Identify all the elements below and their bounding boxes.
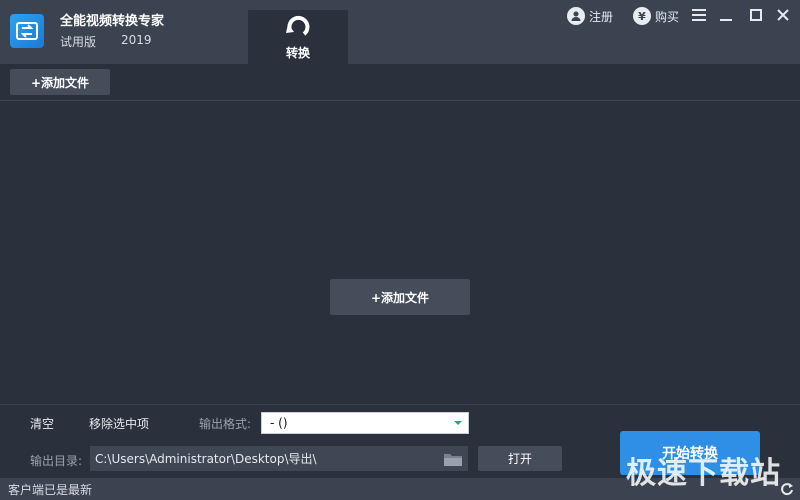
output-dir-field[interactable]: C:\Users\Administrator\Desktop\导出\ xyxy=(90,446,468,471)
app-edition: 试用版 xyxy=(60,35,97,49)
title-bar: 全能视频转换专家 试用版 2019 转换 注册 ¥ 购买 xyxy=(0,0,800,64)
chevron-down-icon xyxy=(454,421,462,425)
tab-convert-label: 转换 xyxy=(285,46,310,60)
add-file-button[interactable]: +添加文件 xyxy=(10,69,110,95)
user-icon xyxy=(567,7,585,25)
output-format-select[interactable]: - () xyxy=(261,412,469,434)
remove-selected-button[interactable]: 移除选中项 xyxy=(89,415,149,432)
buy-link[interactable]: ¥ 购买 xyxy=(633,6,679,26)
maximize-icon[interactable] xyxy=(748,6,764,24)
watermark: 极速下载站 xyxy=(626,456,781,491)
folder-icon[interactable] xyxy=(443,451,463,467)
convert-tab-icon xyxy=(286,15,310,36)
buy-label: 购买 xyxy=(655,9,680,24)
output-dir-value: C:\Users\Administrator\Desktop\导出\ xyxy=(95,452,317,466)
menu-icon[interactable] xyxy=(691,6,707,24)
yen-icon: ¥ xyxy=(633,7,651,25)
open-folder-button[interactable]: 打开 xyxy=(478,446,562,471)
tab-convert[interactable]: 转换 xyxy=(248,10,348,64)
output-dir-label: 输出目录: xyxy=(30,454,83,468)
file-drop-area[interactable]: +添加文件 xyxy=(0,101,800,404)
register-label: 注册 xyxy=(589,9,614,24)
refresh-icon[interactable] xyxy=(780,482,794,496)
output-format-value: - () xyxy=(270,416,288,430)
output-format-label: 输出格式: xyxy=(199,417,252,431)
app-year: 2019 xyxy=(121,33,152,47)
clear-button[interactable]: 清空 xyxy=(30,415,54,432)
close-icon[interactable] xyxy=(775,6,791,24)
app-name: 全能视频转换专家 xyxy=(60,14,165,29)
add-file-center-button[interactable]: +添加文件 xyxy=(330,279,470,315)
status-text: 客户端已是最新 xyxy=(8,483,93,497)
app-logo-icon xyxy=(10,14,44,48)
toolbar: +添加文件 xyxy=(0,64,800,101)
register-link[interactable]: 注册 xyxy=(567,6,613,26)
minimize-icon[interactable] xyxy=(718,6,734,24)
